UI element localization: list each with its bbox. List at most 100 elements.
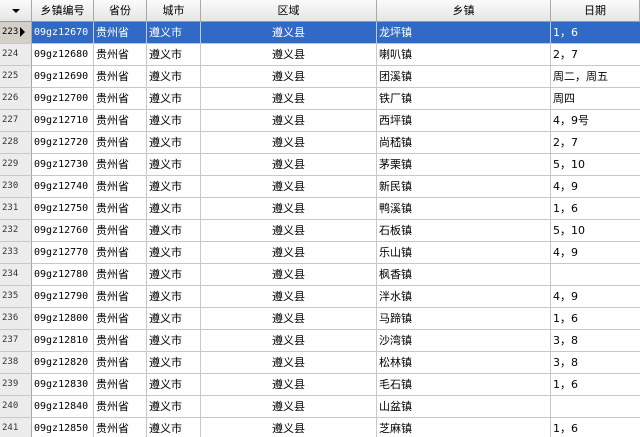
cell-city[interactable]: 遵义市 <box>147 154 201 176</box>
cell-town[interactable]: 泮水镇 <box>377 286 551 308</box>
cell-date[interactable]: 3，8 <box>551 330 640 352</box>
column-header-date[interactable]: 日期 <box>551 0 640 22</box>
cell-province[interactable]: 贵州省 <box>94 110 147 132</box>
column-header-area[interactable]: 区域 <box>201 0 377 22</box>
cell-town[interactable]: 尚嵇镇 <box>377 132 551 154</box>
cell-code[interactable]: 09gz12790 <box>32 286 94 308</box>
cell-date[interactable]: 4，9 <box>551 242 640 264</box>
cell-city[interactable]: 遵义市 <box>147 176 201 198</box>
cell-area[interactable]: 遵义县 <box>201 286 377 308</box>
cell-date[interactable]: 2，7 <box>551 132 640 154</box>
cell-province[interactable]: 贵州省 <box>94 66 147 88</box>
row-number[interactable]: 239 <box>0 374 32 396</box>
cell-province[interactable]: 贵州省 <box>94 374 147 396</box>
cell-town[interactable]: 铁厂镇 <box>377 88 551 110</box>
cell-date[interactable] <box>551 264 640 286</box>
cell-code[interactable]: 09gz12800 <box>32 308 94 330</box>
cell-date[interactable]: 1，6 <box>551 418 640 437</box>
cell-city[interactable]: 遵义市 <box>147 308 201 330</box>
cell-code[interactable]: 09gz12780 <box>32 264 94 286</box>
cell-province[interactable]: 贵州省 <box>94 264 147 286</box>
cell-code[interactable]: 09gz12740 <box>32 176 94 198</box>
cell-city[interactable]: 遵义市 <box>147 22 201 44</box>
cell-province[interactable]: 贵州省 <box>94 352 147 374</box>
table-row[interactable]: 224 09gz12680 贵州省 遵义市 遵义县 喇叭镇 2，7 <box>0 44 640 66</box>
cell-date[interactable]: 周四 <box>551 88 640 110</box>
cell-date[interactable]: 1，6 <box>551 198 640 220</box>
table-row[interactable]: 226 09gz12700 贵州省 遵义市 遵义县 铁厂镇 周四 <box>0 88 640 110</box>
cell-province[interactable]: 贵州省 <box>94 22 147 44</box>
cell-code[interactable]: 09gz12830 <box>32 374 94 396</box>
cell-area[interactable]: 遵义县 <box>201 176 377 198</box>
cell-city[interactable]: 遵义市 <box>147 286 201 308</box>
cell-area[interactable]: 遵义县 <box>201 242 377 264</box>
cell-town[interactable]: 龙坪镇 <box>377 22 551 44</box>
cell-date[interactable] <box>551 396 640 418</box>
cell-area[interactable]: 遵义县 <box>201 66 377 88</box>
cell-city[interactable]: 遵义市 <box>147 264 201 286</box>
row-selector-header[interactable] <box>0 0 32 22</box>
table-row[interactable]: 241 09gz12850 贵州省 遵义市 遵义县 芝麻镇 1，6 <box>0 418 640 437</box>
row-number[interactable]: 238 <box>0 352 32 374</box>
data-grid[interactable]: 乡镇编号 省份 城市 区域 乡镇 日期 223 09gz12670 贵州省 遵义市 遵义… <box>0 0 640 437</box>
cell-date[interactable]: 2，7 <box>551 44 640 66</box>
cell-city[interactable]: 遵义市 <box>147 66 201 88</box>
cell-province[interactable]: 贵州省 <box>94 418 147 437</box>
cell-code[interactable]: 09gz12730 <box>32 154 94 176</box>
cell-city[interactable]: 遵义市 <box>147 220 201 242</box>
cell-code[interactable]: 09gz12840 <box>32 396 94 418</box>
cell-city[interactable]: 遵义市 <box>147 44 201 66</box>
cell-area[interactable]: 遵义县 <box>201 22 377 44</box>
cell-town[interactable]: 喇叭镇 <box>377 44 551 66</box>
cell-province[interactable]: 贵州省 <box>94 330 147 352</box>
table-row[interactable]: 237 09gz12810 贵州省 遵义市 遵义县 沙湾镇 3，8 <box>0 330 640 352</box>
cell-area[interactable]: 遵义县 <box>201 154 377 176</box>
cell-code[interactable]: 09gz12680 <box>32 44 94 66</box>
cell-town[interactable]: 枫香镇 <box>377 264 551 286</box>
cell-town[interactable]: 乐山镇 <box>377 242 551 264</box>
cell-town[interactable]: 鸭溪镇 <box>377 198 551 220</box>
cell-area[interactable]: 遵义县 <box>201 198 377 220</box>
cell-date[interactable]: 4，9 <box>551 286 640 308</box>
cell-code[interactable]: 09gz12690 <box>32 66 94 88</box>
cell-town[interactable]: 芝麻镇 <box>377 418 551 437</box>
row-number[interactable]: 224 <box>0 44 32 66</box>
row-number[interactable]: 237 <box>0 330 32 352</box>
cell-area[interactable]: 遵义县 <box>201 220 377 242</box>
row-number[interactable]: 229 <box>0 154 32 176</box>
table-row[interactable]: 231 09gz12750 贵州省 遵义市 遵义县 鸭溪镇 1，6 <box>0 198 640 220</box>
table-row[interactable]: 223 09gz12670 贵州省 遵义市 遵义县 龙坪镇 1，6 <box>0 22 640 44</box>
cell-area[interactable]: 遵义县 <box>201 330 377 352</box>
cell-town[interactable]: 松林镇 <box>377 352 551 374</box>
cell-town[interactable]: 山盆镇 <box>377 396 551 418</box>
cell-town[interactable]: 茅栗镇 <box>377 154 551 176</box>
row-number[interactable]: 226 <box>0 88 32 110</box>
cell-town[interactable]: 毛石镇 <box>377 374 551 396</box>
row-number[interactable]: 233 <box>0 242 32 264</box>
cell-city[interactable]: 遵义市 <box>147 132 201 154</box>
cell-area[interactable]: 遵义县 <box>201 88 377 110</box>
table-row[interactable]: 239 09gz12830 贵州省 遵义市 遵义县 毛石镇 1，6 <box>0 374 640 396</box>
table-row[interactable]: 234 09gz12780 贵州省 遵义市 遵义县 枫香镇 <box>0 264 640 286</box>
cell-date[interactable]: 1，6 <box>551 22 640 44</box>
cell-code[interactable]: 09gz12760 <box>32 220 94 242</box>
cell-city[interactable]: 遵义市 <box>147 88 201 110</box>
cell-date[interactable]: 4，9号 <box>551 110 640 132</box>
cell-city[interactable]: 遵义市 <box>147 418 201 437</box>
row-number[interactable]: 234 <box>0 264 32 286</box>
cell-province[interactable]: 贵州省 <box>94 176 147 198</box>
cell-province[interactable]: 贵州省 <box>94 198 147 220</box>
cell-code[interactable]: 09gz12720 <box>32 132 94 154</box>
table-row[interactable]: 225 09gz12690 贵州省 遵义市 遵义县 团溪镇 周二，周五 <box>0 66 640 88</box>
cell-area[interactable]: 遵义县 <box>201 132 377 154</box>
cell-city[interactable]: 遵义市 <box>147 396 201 418</box>
cell-area[interactable]: 遵义县 <box>201 374 377 396</box>
cell-city[interactable]: 遵义市 <box>147 198 201 220</box>
cell-code[interactable]: 09gz12810 <box>32 330 94 352</box>
table-row[interactable]: 227 09gz12710 贵州省 遵义市 遵义县 西坪镇 4，9号 <box>0 110 640 132</box>
cell-town[interactable]: 马蹄镇 <box>377 308 551 330</box>
cell-city[interactable]: 遵义市 <box>147 330 201 352</box>
table-row[interactable]: 235 09gz12790 贵州省 遵义市 遵义县 泮水镇 4，9 <box>0 286 640 308</box>
cell-code[interactable]: 09gz12700 <box>32 88 94 110</box>
row-number[interactable]: 241 <box>0 418 32 437</box>
